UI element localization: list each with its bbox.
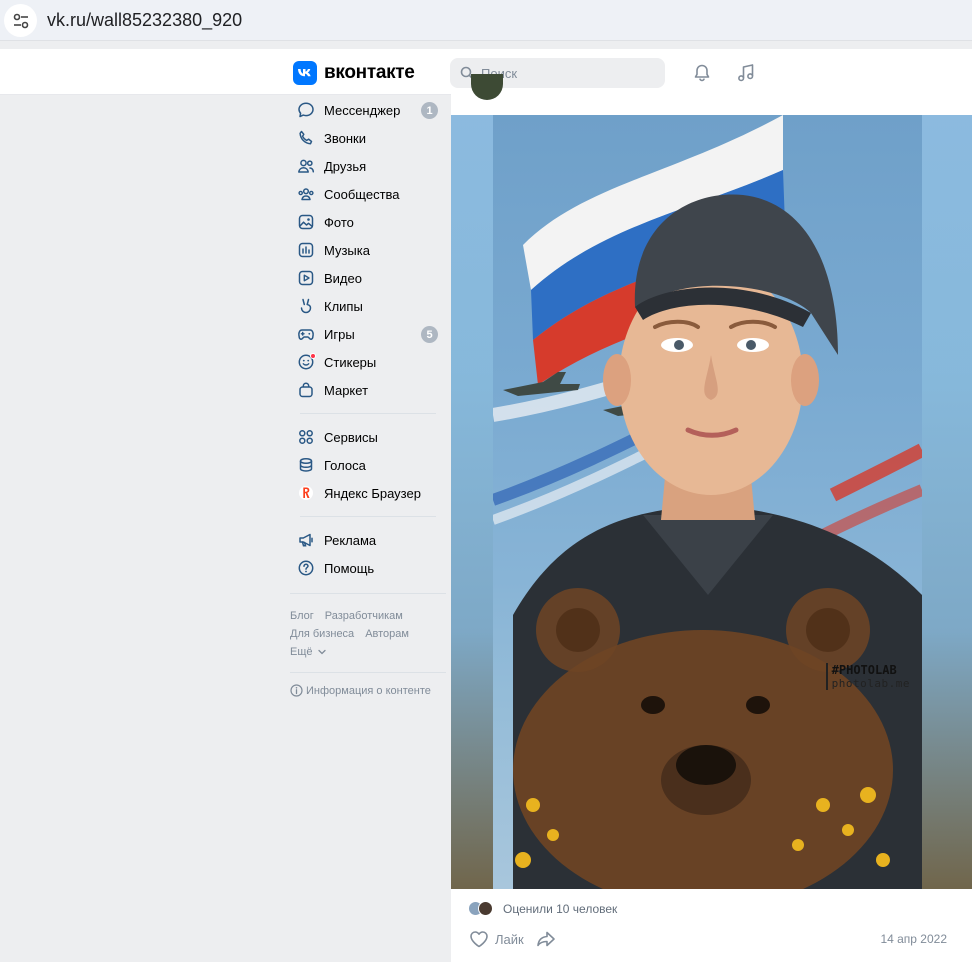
sidebar-item-stickers[interactable]: Стикеры (288, 348, 446, 376)
sidebar-item-votes[interactable]: Голоса (288, 451, 446, 479)
communities-icon (296, 184, 316, 204)
sidebar-item-yandex-browser[interactable]: Яндекс Браузер (288, 479, 446, 507)
heart-icon[interactable] (469, 930, 489, 948)
chat-bubble-icon (296, 100, 316, 120)
phone-icon (296, 128, 316, 148)
sidebar-item-help[interactable]: Помощь (288, 554, 446, 582)
sidebar-item-market[interactable]: Маркет (288, 376, 446, 404)
sidebar-item-label: Реклама (324, 532, 377, 548)
sidebar-item-label: Маркет (324, 382, 369, 398)
watermark-tag: #PHOTOLAB (831, 663, 897, 677)
photo-blur-left (451, 115, 493, 889)
footer-more-label: Ещё (290, 646, 313, 658)
sidebar-item-calls[interactable]: Звонки (288, 124, 446, 152)
sidebar-item-label: Мессенджер (324, 102, 401, 118)
sidebar-item-label: Яндекс Браузер (324, 485, 421, 501)
sidebar-item-label: Клипы (324, 298, 363, 314)
sidebar-item-photos[interactable]: Фото (288, 208, 446, 236)
photolab-watermark: #PHOTOLAB photolab.me (825, 663, 910, 690)
browser-address-bar: vk.ru/wall85232380_920 (0, 0, 972, 41)
content-info-label: Информация о контенте (306, 684, 431, 697)
sidebar-item-games[interactable]: Игры 5 (288, 320, 446, 348)
site-settings-icon[interactable] (4, 4, 37, 37)
photo-icon (296, 212, 316, 232)
author-avatar[interactable] (471, 74, 503, 100)
wall-post: #PHOTOLAB photolab.me Оценили 10 человек… (451, 74, 972, 962)
post-photo[interactable]: #PHOTOLAB photolab.me (451, 115, 972, 889)
new-indicator-dot (310, 353, 316, 359)
post-actions: Лайк (469, 930, 556, 948)
likes-summary[interactable]: Оценили 10 человек (468, 901, 617, 916)
info-icon (290, 684, 303, 697)
watermark-site: photolab.me (831, 677, 910, 690)
friends-icon (296, 156, 316, 176)
footer-link-business[interactable]: Для бизнеса (290, 628, 354, 640)
sidebar-item-friends[interactable]: Друзья (288, 152, 446, 180)
like-button[interactable]: Лайк (495, 932, 524, 947)
clips-icon (296, 296, 316, 316)
nav-divider (300, 516, 436, 517)
sidebar-item-label: Фото (324, 214, 354, 230)
footer-divider (290, 672, 446, 673)
nav-divider (300, 413, 436, 414)
liker-avatar (478, 901, 493, 916)
sidebar-item-communities[interactable]: Сообщества (288, 180, 446, 208)
footer-divider (290, 593, 446, 594)
content-info-link[interactable]: Информация о контенте (290, 684, 446, 697)
sidebar-item-label: Голоса (324, 457, 366, 473)
music-icon (296, 240, 316, 260)
music-icon[interactable] (734, 61, 758, 85)
url-text[interactable]: vk.ru/wall85232380_920 (47, 10, 242, 31)
footer-more-button[interactable]: Ещё (290, 643, 446, 661)
footer-link-developers[interactable]: Разработчикам (325, 610, 403, 622)
photo-blur-right (922, 115, 972, 889)
likes-count-text: Оценили 10 человек (503, 901, 618, 916)
sidebar-item-label: Помощь (324, 560, 375, 576)
help-icon (296, 558, 316, 578)
photo-illustration (493, 115, 922, 889)
sidebar-item-ads[interactable]: Реклама (288, 526, 446, 554)
video-icon (296, 268, 316, 288)
services-icon (296, 427, 316, 447)
gamepad-icon (296, 324, 316, 344)
sidebar-item-label: Сообщества (324, 186, 400, 202)
megaphone-icon (296, 530, 316, 550)
sidebar-item-label: Друзья (324, 158, 367, 174)
bell-icon[interactable] (690, 61, 714, 85)
left-nav: Мессенджер 1 Звонки Друзья Сообщества Фо… (288, 96, 446, 697)
sidebar-item-video[interactable]: Видео (288, 264, 446, 292)
logo-text: вконтакте (324, 62, 415, 83)
sidebar-item-music[interactable]: Музыка (288, 236, 446, 264)
footer-link-authors[interactable]: Авторам (365, 628, 409, 640)
yandex-browser-icon (296, 483, 316, 503)
sidebar-item-label: Видео (324, 270, 362, 286)
games-badge: 5 (421, 326, 438, 343)
sidebar-item-services[interactable]: Сервисы (288, 423, 446, 451)
sidebar-item-label: Стикеры (324, 354, 377, 370)
chevron-down-icon (317, 649, 326, 655)
sidebar-item-label: Музыка (324, 242, 370, 258)
coins-icon (296, 455, 316, 475)
sidebar-item-clips[interactable]: Клипы (288, 292, 446, 320)
bag-icon (296, 380, 316, 400)
footer-link-blog[interactable]: Блог (290, 610, 314, 622)
post-date[interactable]: 14 апр 2022 (880, 932, 947, 946)
vk-logo[interactable]: вконтакте (293, 61, 415, 85)
vk-logo-icon (293, 61, 317, 85)
unread-badge: 1 (421, 102, 438, 119)
sidebar-item-label: Звонки (324, 130, 366, 146)
photo-image: #PHOTOLAB photolab.me (493, 115, 922, 889)
sidebar-item-messenger[interactable]: Мессенджер 1 (288, 96, 446, 124)
footer-links: Блог Разработчикам Для бизнеса Авторам Е… (290, 605, 446, 661)
share-icon[interactable] (536, 930, 556, 948)
sidebar-item-label: Сервисы (324, 429, 378, 445)
sidebar-item-label: Игры (324, 326, 355, 342)
